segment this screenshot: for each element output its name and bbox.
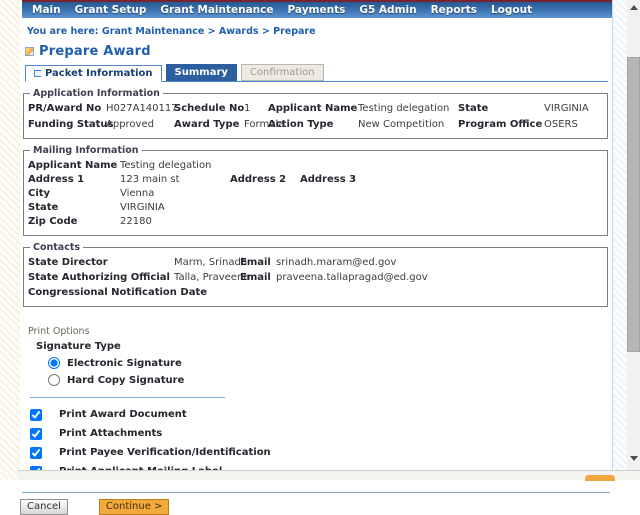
electronic-signature-label: Electronic Signature (67, 358, 182, 369)
breadcrumb-prefix: You are here: (27, 26, 99, 37)
nav-item-grant-maintenance[interactable]: Grant Maintenance (160, 4, 273, 16)
bottom-orange-decoration (585, 475, 615, 481)
top-navigation-bar: Main Grant Setup Grant Maintenance Payme… (22, 0, 612, 18)
zip-code-label: Zip Code (28, 216, 120, 228)
mailing-information-legend: Mailing Information (30, 145, 142, 156)
nav-item-payments[interactable]: Payments (288, 4, 346, 16)
print-award-document-row: Print Award Document (30, 408, 608, 421)
scroll-down-icon (630, 456, 638, 461)
nav-item-grant-setup[interactable]: Grant Setup (75, 4, 147, 16)
authorizing-official-name: Talla, Praveena (174, 272, 240, 284)
pr-award-no-label: PR/Award No (28, 103, 106, 115)
packet-form-icon (34, 70, 41, 77)
state-director-email-label: Email (240, 257, 276, 269)
hard-copy-signature-radio[interactable] (48, 374, 60, 386)
congressional-notification-date-value (174, 287, 240, 299)
main-window: Main Grant Setup Grant Maintenance Payme… (20, 0, 612, 470)
print-payee-verification-row: Print Payee Verification/Identification (30, 446, 608, 459)
state-director-name: Marm, Srinadh (174, 257, 240, 269)
contacts-section: Contacts State Director Marm, Srinadh Em… (23, 242, 608, 307)
mail-applicant-name-value: Testing delegation (120, 160, 603, 172)
zip-code-value: 22180 (120, 216, 603, 228)
schedule-no-label: Schedule No (174, 103, 244, 115)
action-type-value: New Competition (358, 119, 458, 131)
prepare-award-icon (25, 47, 34, 56)
action-type-label: Action Type (268, 119, 358, 131)
scroll-up-button[interactable] (627, 1, 640, 14)
print-payee-verification-checkbox[interactable] (30, 447, 42, 459)
print-attachments-checkbox[interactable] (30, 428, 42, 440)
pr-award-no-value: H027A140117 (106, 103, 174, 115)
scroll-up-icon (630, 5, 638, 10)
city-value: Vienna (120, 188, 603, 200)
left-gutter-stripes (0, 0, 20, 480)
mail-applicant-name-label: Applicant Name (28, 160, 120, 172)
nav-item-logout[interactable]: Logout (491, 4, 532, 16)
authorizing-official-email-value: praveena.tallapragad@ed.gov (276, 272, 603, 284)
scroll-down-button[interactable] (627, 452, 640, 465)
tab-summary[interactable]: Summary (166, 64, 237, 81)
nav-item-main[interactable]: Main (32, 4, 61, 16)
state-value: VIRGINIA (544, 103, 603, 115)
nav-item-g5-admin[interactable]: G5 Admin (359, 4, 416, 16)
schedule-no-value: 1 (244, 103, 268, 115)
page-title: Prepare Award (39, 44, 151, 59)
scrollbar-thumb[interactable] (627, 57, 640, 352)
mail-state-label: State (28, 202, 120, 214)
funding-status-value: Approved (106, 119, 174, 131)
applicant-name-label: Applicant Name (268, 103, 358, 115)
state-director-label: State Director (28, 257, 174, 269)
address2-label: Address 2 (230, 174, 300, 186)
application-information-section: Application Information PR/Award No H027… (23, 88, 608, 139)
hard-copy-signature-option: Hard Copy Signature (48, 374, 608, 386)
applicant-name-value: Testing delegation (358, 103, 458, 115)
program-office-label: Program Office (458, 119, 544, 131)
hard-copy-signature-label: Hard Copy Signature (67, 375, 184, 386)
cancel-button[interactable]: Cancel (20, 499, 68, 515)
tab-bar: Packet Information Summary Confirmation (25, 64, 608, 82)
vertical-scrollbar[interactable] (627, 0, 640, 480)
continue-button[interactable]: Continue > (99, 499, 170, 515)
program-office-value: OSERS (544, 119, 603, 131)
application-information-legend: Application Information (30, 88, 163, 99)
congressional-notification-date-label: Congressional Notification Date (28, 287, 174, 299)
address1-value: 123 main st (120, 174, 230, 186)
print-attachments-row: Print Attachments (30, 427, 608, 440)
authorizing-official-email-label: Email (240, 272, 276, 284)
print-award-document-checkbox[interactable] (30, 409, 42, 421)
electronic-signature-radio[interactable] (48, 357, 60, 369)
signature-type-label: Signature Type (36, 341, 608, 352)
electronic-signature-option: Electronic Signature (48, 357, 608, 369)
print-payee-verification-label: Print Payee Verification/Identification (59, 447, 271, 458)
right-gutter-stripes (612, 0, 627, 480)
authorizing-official-label: State Authorizing Official (28, 272, 174, 284)
tab-confirmation: Confirmation (241, 64, 324, 81)
award-type-label: Award Type (174, 119, 244, 131)
state-director-email-value: srinadh.maram@ed.gov (276, 257, 603, 269)
nav-item-reports[interactable]: Reports (431, 4, 477, 16)
buttons-divider (22, 492, 610, 493)
address3-label: Address 3 (300, 174, 603, 186)
award-type-value: Formula (244, 119, 268, 131)
bottom-status-strip (18, 470, 640, 480)
tab-packet-information[interactable]: Packet Information (25, 65, 162, 82)
breadcrumb-path[interactable]: Grant Maintenance > Awards > Prepare (102, 26, 316, 37)
tab-packet-information-label: Packet Information (45, 68, 153, 79)
print-options-label: Print Options (28, 326, 608, 337)
city-label: City (28, 188, 120, 200)
print-attachments-label: Print Attachments (59, 428, 162, 439)
button-row: Cancel Continue > (20, 499, 608, 515)
mail-state-value: VIRGINIA (120, 202, 603, 214)
state-label: State (458, 103, 544, 115)
breadcrumb: You are here: Grant Maintenance > Awards… (27, 26, 608, 37)
signature-divider (30, 397, 225, 398)
address1-label: Address 1 (28, 174, 120, 186)
contacts-legend: Contacts (30, 242, 83, 253)
funding-status-label: Funding Status (28, 119, 106, 131)
mailing-information-section: Mailing Information Applicant Name Testi… (23, 145, 608, 236)
print-award-document-label: Print Award Document (59, 409, 187, 420)
